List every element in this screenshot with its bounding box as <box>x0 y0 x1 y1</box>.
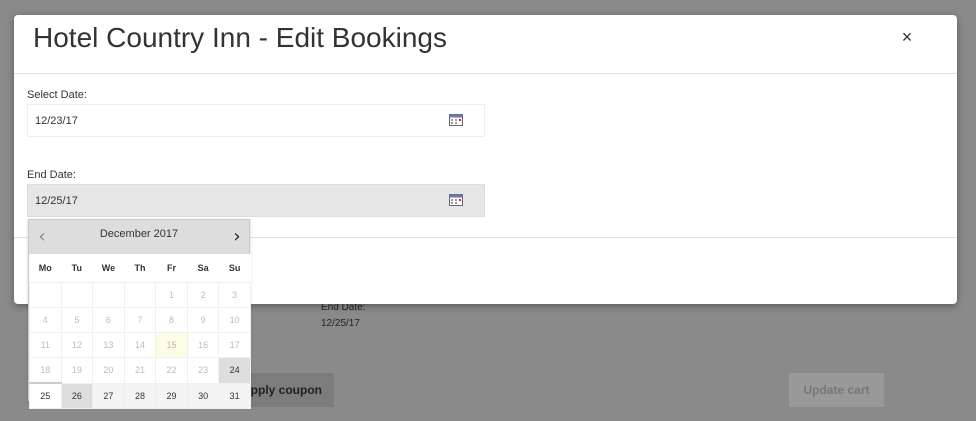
weekday-th: Th <box>124 254 156 283</box>
end-date-input[interactable] <box>28 185 428 216</box>
calendar-week-row: 4 5 6 7 8 9 10 <box>29 307 251 333</box>
next-month-icon[interactable]: › <box>227 227 247 247</box>
datepicker-popup: ‹ December 2017 › Mo Tu We Th Fr Sa Su 1234567… <box>28 219 251 409</box>
background-end-date-value: 12/25/17 <box>321 318 360 329</box>
calendar-day-7: 7 <box>123 307 157 333</box>
select-date-label: Select Date: <box>27 89 87 101</box>
select-date-field <box>27 104 485 137</box>
calendar-day-27[interactable]: 27 <box>92 382 125 409</box>
calendar-day-16: 16 <box>186 332 220 358</box>
weekday-su: Su <box>218 254 251 283</box>
calendar-day-10: 10 <box>218 307 251 333</box>
end-date-field <box>27 184 485 217</box>
calendar-empty-cell <box>29 282 62 308</box>
modal-header: Hotel Country Inn - Edit Bookings × <box>14 15 957 74</box>
calendar-week-row: 18 19 20 21 22 23 24 <box>29 357 251 384</box>
calendar-day-14: 14 <box>123 332 157 358</box>
calendar-day-17: 17 <box>218 332 251 358</box>
calendar-day-5: 5 <box>60 307 94 333</box>
calendar-day-28[interactable]: 28 <box>123 382 157 409</box>
calendar-empty-cell <box>123 282 157 308</box>
weekday-header-row: Mo Tu We Th Fr Sa Su <box>29 254 251 283</box>
calendar-week-row: 25 26 27 28 29 30 31 <box>29 382 251 409</box>
calendar-day-15: 15 <box>155 332 188 358</box>
calendar-day-26[interactable]: 26 <box>60 382 94 409</box>
calendar-day-21: 21 <box>123 357 157 384</box>
calendar-empty-cell <box>60 282 94 308</box>
calendar-day-19: 19 <box>60 357 94 384</box>
calendar-day-22: 22 <box>155 357 188 384</box>
weekday-mo: Mo <box>29 254 62 283</box>
calendar-week-row: 123 <box>29 282 251 308</box>
weekday-fr: Fr <box>155 254 188 283</box>
end-date-label: End Date: <box>27 169 76 181</box>
close-button[interactable]: × <box>897 27 917 47</box>
datepicker-header: ‹ December 2017 › <box>29 220 249 254</box>
calendar-week-row: 11 12 13 14 15 16 17 <box>29 332 251 358</box>
calendar-day-3: 3 <box>218 282 251 308</box>
update-cart-button[interactable]: Update cart <box>789 373 884 407</box>
calendar-icon[interactable] <box>449 194 463 206</box>
calendar-day-24[interactable]: 24 <box>218 357 251 384</box>
calendar-day-11: 11 <box>29 332 62 358</box>
calendar-day-23: 23 <box>186 357 220 384</box>
calendar-day-4: 4 <box>29 307 62 333</box>
weekday-tu: Tu <box>61 254 93 283</box>
calendar-day-13: 13 <box>92 332 125 358</box>
calendar-day-18: 18 <box>29 357 62 384</box>
calendar-empty-cell <box>92 282 125 308</box>
calendar-day-25[interactable]: 25 <box>29 382 62 409</box>
calendar-day-29[interactable]: 29 <box>155 382 188 409</box>
calendar-day-1: 1 <box>155 282 188 308</box>
calendar-day-12: 12 <box>60 332 94 358</box>
weekday-we: We <box>92 254 125 283</box>
calendar-day-9: 9 <box>186 307 220 333</box>
calendar-day-20: 20 <box>92 357 125 384</box>
select-date-input[interactable] <box>28 105 428 136</box>
calendar-icon[interactable] <box>449 114 463 126</box>
calendar-day-30[interactable]: 30 <box>186 382 220 409</box>
datepicker-calendar-grid: Mo Tu We Th Fr Sa Su 1 2 3 4 5 6 7 8 9 10 11 12 13 14 15 16 17… <box>29 254 251 409</box>
calendar-day-6: 6 <box>92 307 125 333</box>
datepicker-month-title: December 2017 <box>99 228 179 240</box>
weekday-sa: Sa <box>187 254 219 283</box>
calendar-day-2: 2 <box>186 282 220 308</box>
modal-title: Hotel Country Inn - Edit Bookings <box>33 22 447 53</box>
calendar-day-8: 8 <box>155 307 188 333</box>
calendar-day-31[interactable]: 31 <box>218 382 251 409</box>
